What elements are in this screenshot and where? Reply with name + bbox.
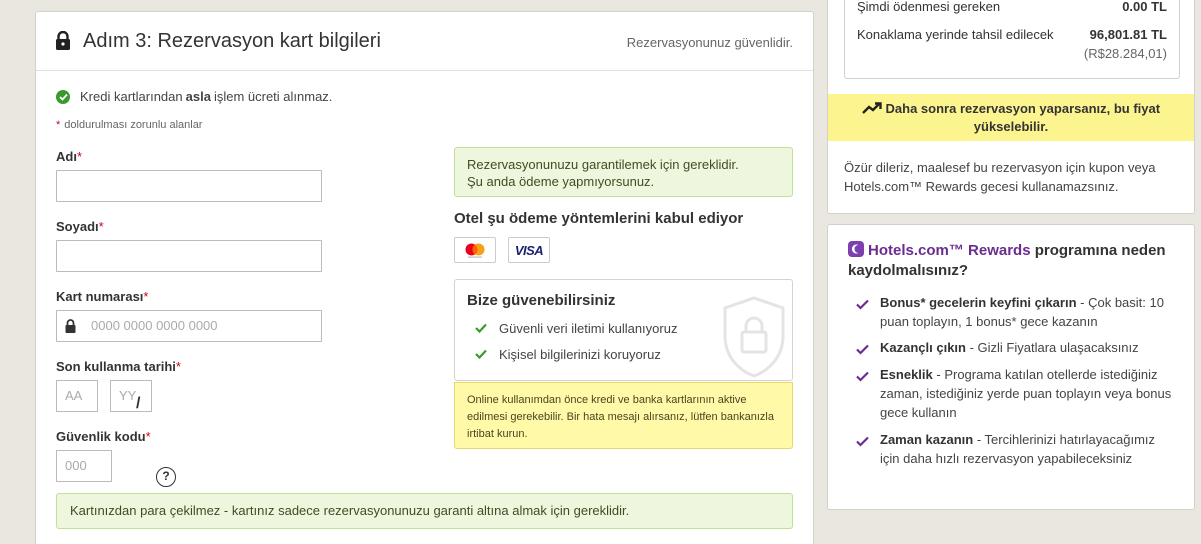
guarantee-notice: Rezervasyonunuzu garantilemek için gerek… [454,147,793,197]
payment-methods-title: Otel şu ödeme yöntemlerini kabul ediyor [454,210,744,227]
pay-at-hotel-value: 96,801.81 TL [1089,27,1167,42]
help-icon[interactable]: ? [156,467,176,487]
pay-at-hotel-label: Konaklama yerinde tahsil edilecek [857,27,1054,42]
coupon-note: Özür dileriz, maalesef bu rezervasyon iç… [844,160,1156,194]
trust-item: Güvenli veri iletimi kullanıyoruz [475,321,677,336]
last-name-input[interactable] [56,240,322,272]
guarantee-line-2: Şu anda ödeme yapmıyorsunuz. [467,174,655,189]
first-name-input[interactable] [56,170,322,202]
rewards-title: Hotels.com™ Rewards programına neden kay… [848,241,1178,281]
payment-card-section: Adım 3: Rezervasyon kart bilgileri Rezer… [35,11,814,544]
check-icon [856,368,869,387]
trust-item: Kişisel bilgilerinizi koruyoruz [475,347,661,362]
rewards-benefit: Esneklik - Programa katılan otellerde is… [856,365,1176,422]
trust-title: Bize güvenebilirsiniz [467,292,616,309]
check-circle-icon [56,89,70,104]
cvv-label: Güvenlik kodu* [56,429,151,444]
check-icon [856,296,869,315]
mastercard-icon [454,237,496,263]
rewards-logo-icon [848,241,864,257]
no-charge-notice: Kartınızdan para çekilmez - kartınız sad… [56,493,793,529]
price-banner-text: Daha sonra rezervasyon yaparsanız, bu fi… [885,101,1161,134]
visa-icon: VISA [508,237,550,263]
card-activation-note: Online kullanımdan önce kredi ve banka k… [454,382,793,449]
check-icon [475,321,487,336]
expiry-label: Son kullanma tarihi* [56,359,181,374]
required-star: * [56,119,61,131]
first-name-label: Adı* [56,149,83,164]
rewards-benefit: Zaman kazanın - Tercihlerinizi hatırlaya… [856,430,1176,468]
rewards-card: Hotels.com™ Rewards programına neden kay… [827,224,1195,510]
price-summary-card: Şimdi ödenmesi gereken 0.00 TL Konaklama… [827,0,1195,214]
check-icon [856,433,869,452]
guarantee-line-1: Rezervasyonunuzu garantilemek için gerek… [467,157,739,172]
price-breakdown: Şimdi ödenmesi gereken 0.00 TL Konaklama… [844,0,1180,79]
no-fee-text-before: Kredi kartlarından [80,89,183,104]
required-fields-note: * doldurulması zorunlu alanlar [56,119,202,131]
card-number-label: Kart numarası* [56,289,149,304]
section-header: Adım 3: Rezervasyon kart bilgileri Rezer… [36,12,813,71]
due-now-label: Şimdi ödenmesi gereken [857,0,1001,14]
cvv-input[interactable]: 000 [56,450,112,482]
card-lock-icon [65,319,76,336]
shield-lock-icon [722,296,786,380]
expiry-month-input[interactable]: AA [56,380,98,412]
expiry-year-input[interactable]: YY [110,380,152,412]
check-icon [475,347,487,362]
section-title: Adım 3: Rezervasyon kart bilgileri [83,30,381,52]
trend-up-icon [862,101,882,116]
required-note-text: doldurulması zorunlu alanlar [64,119,203,131]
due-now-value: 0.00 TL [1122,0,1167,14]
no-fee-notice: Kredi kartlarından asla işlem ücreti alı… [56,89,332,104]
no-fee-text-bold: asla [185,89,211,104]
no-fee-text-after: işlem ücreti alınmaz. [213,89,333,104]
price-increase-banner: Daha sonra rezervasyon yaparsanız, bu fi… [828,94,1194,141]
rewards-benefit: Bonus* gecelerin keyfini çıkarın - Çok b… [856,293,1176,331]
last-name-label: Soyadı* [56,219,104,234]
pay-at-hotel-value-alt: (R$28.284,01) [1083,46,1167,61]
trust-box: Bize güvenebilirsiniz Güvenli veri ileti… [454,279,793,381]
rewards-benefit: Kazançlı çıkın - Gizli Fiyatlara ulaşaca… [856,338,1176,357]
check-icon [856,341,869,360]
lock-icon [55,30,71,53]
secure-booking-text: Rezervasyonunuz güvenlidir. [626,35,793,50]
card-number-input[interactable]: 0000 0000 0000 0000 [56,310,322,342]
rewards-brand: Hotels.com™ Rewards [868,242,1031,259]
